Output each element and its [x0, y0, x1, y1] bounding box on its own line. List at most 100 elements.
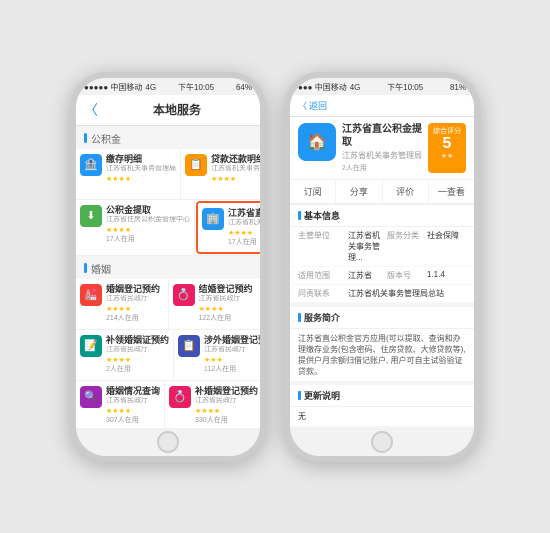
update-text: 无	[290, 407, 474, 426]
item-text: 补领婚姻证预约 江苏省民政厅 ★★★★ 2人在用	[106, 335, 169, 374]
section-gongjijin: 公积金	[76, 126, 260, 149]
basic-info-section: 基本信息 主管单位 江苏省机关事务管理... 服务分类 社会保障 适用范围 江苏…	[290, 205, 474, 303]
item-subtitle: 江苏省民政厅	[106, 397, 160, 405]
info-row-3: 问责联系 江苏省机关事务管理局总站	[290, 285, 474, 303]
list-item[interactable]: 💍 结婚登记预约 江苏省民政厅 ★★★★ 122人在用	[169, 279, 261, 329]
review-button[interactable]: 评价	[383, 180, 429, 203]
item-stars: ★★★★	[199, 305, 257, 313]
item-subtitle: 江苏省民政厅	[204, 346, 260, 354]
left-nav-bar: 〈 本地服务	[76, 95, 260, 126]
item-count: 214人在用	[106, 313, 164, 323]
item-icon: 📋	[178, 335, 200, 357]
item-subtitle: 江苏省机关事务管理局	[106, 165, 176, 173]
item-count: 2人在用	[106, 364, 169, 374]
item-text: 结婚登记预约 江苏省民政厅 ★★★★ 122人在用	[199, 284, 257, 323]
item-subtitle: 江苏省民政厅	[106, 295, 164, 303]
list-item[interactable]: 🔍 婚姻情况查询 江苏省民政厅 ★★★★ 307人在用	[76, 381, 165, 428]
item-text: 婚姻情况查询 江苏省民政厅 ★★★★ 307人在用	[106, 386, 160, 425]
app-rating-box: 综合评分 5 ★★	[428, 123, 466, 173]
item-title: 补婚姻登记预约	[195, 386, 258, 397]
right-battery: 81%	[450, 83, 466, 92]
list-item[interactable]: 💍 补婚姻登记预约 江苏省民政厅 ★★★★ 330人在用	[165, 381, 260, 428]
item-text: 缴存明细 江苏省机关事务管理局 ★★★★	[106, 154, 176, 183]
item-icon: 💍	[173, 284, 195, 306]
right-home-button[interactable]	[371, 431, 393, 453]
item-title: 补领婚姻证预约	[106, 335, 169, 346]
rating-sub: ★★	[433, 152, 461, 160]
share-button[interactable]: 分享	[336, 180, 382, 203]
item-text: 公积金提取 江苏省住房公积金管理中心 ★★★★ 17人在用	[106, 205, 190, 244]
subscribe-button[interactable]: 订阅	[290, 180, 336, 203]
info-label: 适用范围	[298, 270, 348, 281]
item-icon: 📝	[80, 335, 102, 357]
list-item[interactable]: 💒 婚姻登记预约 江苏省民政厅 ★★★★ 214人在用	[76, 279, 169, 329]
row-2: ⬇ 公积金提取 江苏省住房公积金管理中心 ★★★★ 17人在用 🏢 江苏省直公积…	[76, 200, 260, 256]
info-label: 主管单位	[298, 230, 348, 263]
list-item[interactable]: 📝 补领婚姻证预约 江苏省民政厅 ★★★★ 2人在用	[76, 330, 174, 380]
item-title: 婚姻情况查询	[106, 386, 160, 397]
item-title: 婚姻登记预约	[106, 284, 164, 295]
item-text: 补婚姻登记预约 江苏省民政厅 ★★★★ 330人在用	[195, 386, 258, 425]
right-time: 下午10:05	[387, 82, 423, 93]
info-value: 江苏省机关事务管理...	[348, 230, 387, 263]
item-count: 122人在用	[199, 313, 257, 323]
left-back-button[interactable]: 〈	[84, 100, 98, 120]
list-item[interactable]: 📋 涉外婚姻登记预约 江苏省民政厅 ★★★ 112人在用	[174, 330, 260, 380]
app-users: 2人在用	[342, 163, 422, 173]
item-title: 公积金提取	[106, 205, 190, 216]
item-icon: 🔍	[80, 386, 102, 408]
service-intro-section: 服务简介 江苏省直公积金官方应用(可以提取、查询和办理缴存业务(包含密码、住房贷…	[290, 307, 474, 382]
item-count: 112人在用	[204, 364, 260, 374]
left-screen: 公积金 🏦 缴存明细 江苏省机关事务管理局 ★★★★ 📋	[76, 126, 260, 428]
item-stars: ★★★★	[106, 407, 160, 415]
info-row-1: 主管单位 江苏省机关事务管理... 服务分类 社会保障	[290, 227, 474, 267]
left-network: 4G	[145, 83, 156, 92]
row-4: 📝 补领婚姻证预约 江苏省民政厅 ★★★★ 2人在用 📋 涉外婚姻登记预约 江苏…	[76, 330, 260, 381]
item-text: 江苏省直公积金提取 江苏省机关事务管理局 ★★★★ 17人在用	[228, 208, 260, 247]
item-stars: ★★★★	[106, 305, 164, 313]
right-phone-bottom	[290, 428, 474, 456]
item-stars: ★★★★	[195, 407, 258, 415]
left-battery: 64%	[236, 83, 252, 92]
item-title: 结婚登记预约	[199, 284, 257, 295]
left-phone-bottom	[76, 428, 260, 456]
item-icon: 💍	[169, 386, 191, 408]
list-item[interactable]: 📋 贷款还款明细 江苏省机关事务管理局 ★★★★	[181, 149, 260, 199]
right-status-left: ●●● 中国移动 4G	[298, 82, 360, 93]
item-count: 17人在用	[228, 237, 260, 247]
item-stars: ★★★	[204, 356, 260, 364]
left-phone: ●●●●● 中国移动 4G 下午10:05 64% 〈 本地服务 公积金	[70, 72, 266, 462]
highlighted-item[interactable]: 🏢 江苏省直公积金提取 江苏省机关事务管理局 ★★★★ 17人在用	[196, 201, 260, 254]
info-value: 江苏省	[348, 270, 387, 281]
item-title: 缴存明细	[106, 154, 176, 165]
item-subtitle: 江苏省住房公积金管理中心	[106, 216, 190, 224]
right-phone: ●●● 中国移动 4G 下午10:05 81% 〈 返回 🏠 江苏省直公积金提取…	[284, 72, 480, 462]
info-value: 江苏省机关事务管理局总站	[348, 288, 466, 299]
list-item[interactable]: ⬇ 公积金提取 江苏省住房公积金管理中心 ★★★★ 17人在用	[76, 200, 195, 255]
item-title: 贷款还款明细	[211, 154, 260, 165]
app-header: 🏠 江苏省直公积金提取 江苏省机关事务管理局 2人在用 综合评分 5 ★★	[290, 117, 474, 180]
left-carrier: ●●●●● 中国移动	[84, 82, 142, 93]
left-status-left: ●●●●● 中国移动 4G	[84, 82, 156, 93]
info-value: 社会保障	[427, 230, 466, 263]
item-icon: 💒	[80, 284, 102, 306]
info-label: 服务分类	[387, 230, 427, 263]
app-name: 江苏省直公积金提取	[342, 123, 422, 149]
item-text: 贷款还款明细 江苏省机关事务管理局 ★★★★	[211, 154, 260, 183]
item-stars: ★★★★	[106, 175, 176, 183]
left-nav-title: 本地服务	[102, 101, 252, 118]
right-carrier: ●●● 中国移动	[298, 82, 347, 93]
list-item[interactable]: 🏦 缴存明细 江苏省机关事务管理局 ★★★★	[76, 149, 181, 199]
item-text: 涉外婚姻登记预约 江苏省民政厅 ★★★ 112人在用	[204, 335, 260, 374]
info-row-2: 适用范围 江苏省 版本号 1.1.4	[290, 267, 474, 285]
back-button[interactable]: 〈 返回	[298, 99, 327, 112]
item-subtitle: 江苏省民政厅	[195, 397, 258, 405]
item-subtitle: 江苏省机关事务管理局	[228, 219, 260, 227]
item-count: 17人在用	[106, 234, 190, 244]
item-icon: 🏦	[80, 154, 102, 176]
left-home-button[interactable]	[157, 431, 179, 453]
item-title: 涉外婚姻登记预约	[204, 335, 260, 346]
more-button[interactable]: 一查看	[429, 180, 474, 203]
app-actions: 订阅 分享 评价 一查看	[290, 180, 474, 205]
back-label: 返回	[309, 99, 327, 112]
